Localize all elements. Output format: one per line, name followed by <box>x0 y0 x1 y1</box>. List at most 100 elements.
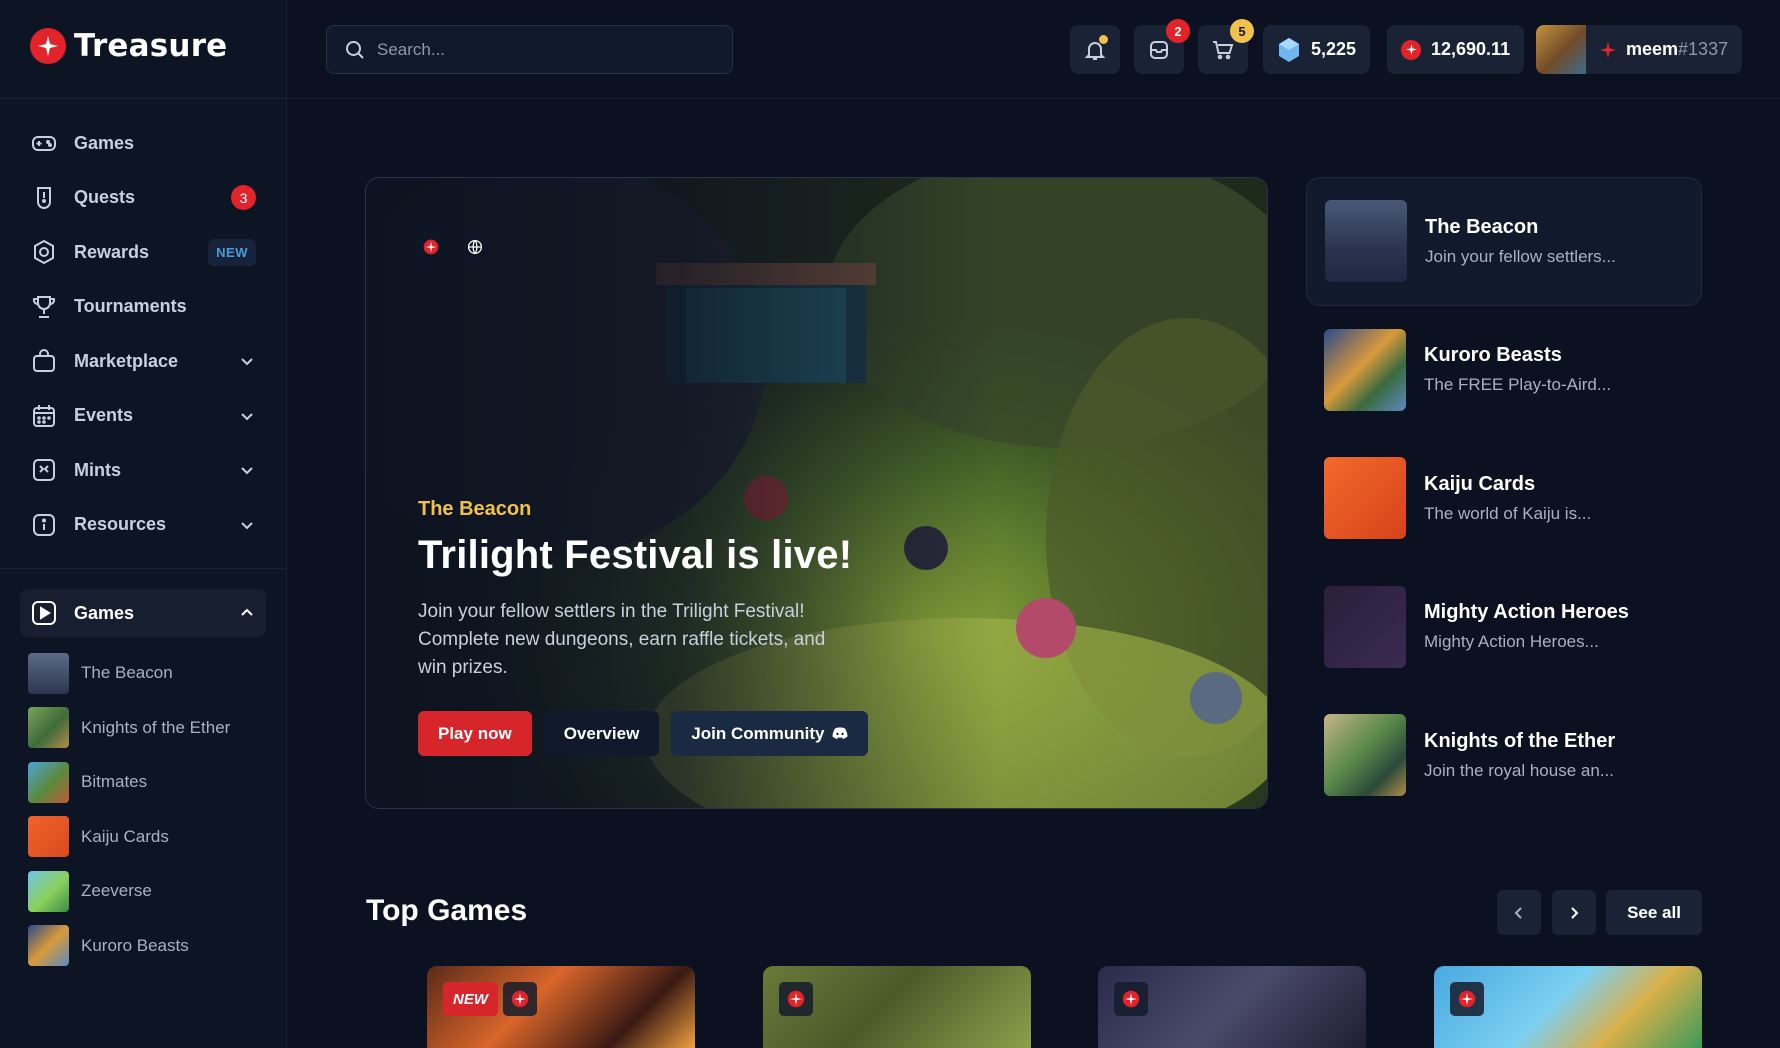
rewards-icon <box>30 238 58 266</box>
treasure-logo[interactable]: Treasure <box>30 28 227 64</box>
chevron-down-icon[interactable] <box>238 516 256 534</box>
nav-item-marketplace[interactable]: Marketplace <box>20 334 266 389</box>
game-name: Kuroro Beasts <box>81 935 189 955</box>
brand-name: Treasure <box>74 28 228 64</box>
treasure-icon <box>1114 982 1148 1016</box>
join-community-button[interactable]: Join Community <box>671 711 869 756</box>
nav-label: Games <box>74 132 135 153</box>
search-bar[interactable] <box>326 25 733 74</box>
featured-item[interactable]: Kuroro Beasts The FREE Play-to-Aird... <box>1306 306 1702 435</box>
sidebar: Treasure Games Quests 3 Rewards NEW Tour… <box>0 0 287 1048</box>
overview-button[interactable]: Overview <box>543 711 660 756</box>
gems-amount: 5,225 <box>1311 39 1357 59</box>
cart-icon <box>1213 40 1234 59</box>
game-name: Bitmates <box>81 772 148 792</box>
nav-label: Marketplace <box>74 350 179 371</box>
hero-banner[interactable]: The Beacon Trilight Festival is live! Jo… <box>365 177 1268 809</box>
nav-label: Events <box>74 405 134 426</box>
gems-balance[interactable]: 5,225 <box>1263 25 1371 74</box>
quests-count-badge: 3 <box>231 185 256 211</box>
featured-title: Mighty Action Heroes <box>1424 601 1629 624</box>
magic-balance[interactable]: 12,690.11 <box>1387 25 1525 74</box>
game-name: Kaiju Cards <box>81 826 169 846</box>
top-game-card[interactable] <box>763 966 1031 1048</box>
next-button[interactable] <box>1552 890 1596 935</box>
gem-icon <box>1279 37 1299 62</box>
previous-button[interactable] <box>1497 890 1541 935</box>
treasure-icon <box>503 982 537 1016</box>
trophy-icon <box>30 293 58 321</box>
play-icon <box>30 599 58 627</box>
top-game-card[interactable] <box>1434 966 1702 1048</box>
games-section-toggle[interactable]: Games <box>20 589 266 637</box>
main-nav: Games Quests 3 Rewards NEW Tournaments M… <box>20 116 266 552</box>
featured-description: The world of Kaiju is... <box>1424 503 1592 523</box>
featured-item[interactable]: The Beacon Join your fellow settlers... <box>1306 177 1702 306</box>
featured-description: Mighty Action Heroes... <box>1424 632 1599 652</box>
nav-label: Rewards <box>74 241 150 262</box>
divider <box>0 568 287 569</box>
nav-item-games[interactable]: Games <box>20 116 266 171</box>
see-all-button[interactable]: See all <box>1606 890 1702 935</box>
chevron-down-icon[interactable] <box>238 352 256 370</box>
game-thumbnail <box>28 707 69 749</box>
top-game-card[interactable] <box>1098 966 1366 1048</box>
quest-icon <box>30 184 58 212</box>
featured-item[interactable]: Kaiju Cards The world of Kaiju is... <box>1306 434 1702 563</box>
featured-item[interactable]: Knights of the Ether Join the royal hous… <box>1306 691 1702 820</box>
user-profile-button[interactable]: meem#1337 <box>1536 25 1742 74</box>
chevron-left-icon <box>1514 906 1522 919</box>
gamepad-icon <box>30 129 58 157</box>
nav-item-mints[interactable]: Mints <box>20 443 266 498</box>
sidebar-game-zeeverse[interactable]: Zeeverse <box>28 864 268 919</box>
chevron-down-icon[interactable] <box>238 461 256 479</box>
sidebar-game-kuroro-beasts[interactable]: Kuroro Beasts <box>28 919 268 974</box>
cart-button[interactable]: 5 <box>1198 19 1254 74</box>
avatar <box>1536 25 1586 74</box>
nav-item-tournaments[interactable]: Tournaments <box>20 280 266 335</box>
globe-icon[interactable] <box>460 232 490 262</box>
nav-item-resources[interactable]: Resources <box>20 498 266 553</box>
chevron-up-icon[interactable] <box>238 604 256 622</box>
play-now-button[interactable]: Play now <box>418 711 532 756</box>
cart-count-badge: 5 <box>1230 19 1254 43</box>
discord-icon <box>832 727 848 739</box>
sidebar-game-kaiju-cards[interactable]: Kaiju Cards <box>28 810 268 865</box>
calendar-icon <box>30 402 58 430</box>
sidebar-game-bitmates[interactable]: Bitmates <box>28 755 268 810</box>
nav-label: Resources <box>74 514 167 535</box>
magic-amount: 12,690.11 <box>1431 39 1511 59</box>
featured-description: Join your fellow settlers... <box>1425 246 1616 266</box>
inbox-button[interactable]: 2 <box>1134 19 1190 74</box>
top-game-card[interactable]: NEW <box>427 966 695 1048</box>
notifications-button[interactable] <box>1070 25 1120 74</box>
game-thumbnail <box>28 816 69 858</box>
chevron-down-icon[interactable] <box>238 407 256 425</box>
new-badge: NEW <box>208 238 256 266</box>
featured-thumbnail <box>1324 585 1406 668</box>
games-section-label: Games <box>74 602 135 623</box>
hero-game-name[interactable]: The Beacon <box>418 498 531 521</box>
hero-actions: Play now Overview Join Community <box>418 711 869 756</box>
featured-games-list: The Beacon Join your fellow settlers... … <box>1306 177 1702 820</box>
nav-item-events[interactable]: Events <box>20 389 266 444</box>
hero-description: Join your fellow settlers in the Triligh… <box>418 601 826 678</box>
inbox-icon <box>1150 40 1168 59</box>
game-thumbnail <box>28 925 69 967</box>
search-input[interactable] <box>377 39 717 60</box>
sidebar-game-the-beacon[interactable]: The Beacon <box>28 646 268 701</box>
chevron-right-icon <box>1571 906 1579 919</box>
top-games-heading: Top Games <box>366 894 528 927</box>
featured-title: Kuroro Beasts <box>1424 344 1562 367</box>
nav-label: Quests <box>74 187 136 208</box>
nav-item-rewards[interactable]: Rewards NEW <box>20 225 266 280</box>
nav-item-quests[interactable]: Quests 3 <box>20 171 266 226</box>
sidebar-game-knights-of-the-ether[interactable]: Knights of the Ether <box>28 701 268 756</box>
magic-token-icon <box>1401 39 1421 60</box>
join-community-label: Join Community <box>691 723 825 743</box>
inbox-count-badge: 2 <box>1166 19 1190 43</box>
treasure-icon[interactable] <box>416 232 446 262</box>
featured-item[interactable]: Mighty Action Heroes Mighty Action Heroe… <box>1306 563 1702 692</box>
featured-description: The FREE Play-to-Aird... <box>1424 375 1612 395</box>
featured-thumbnail <box>1324 714 1406 797</box>
